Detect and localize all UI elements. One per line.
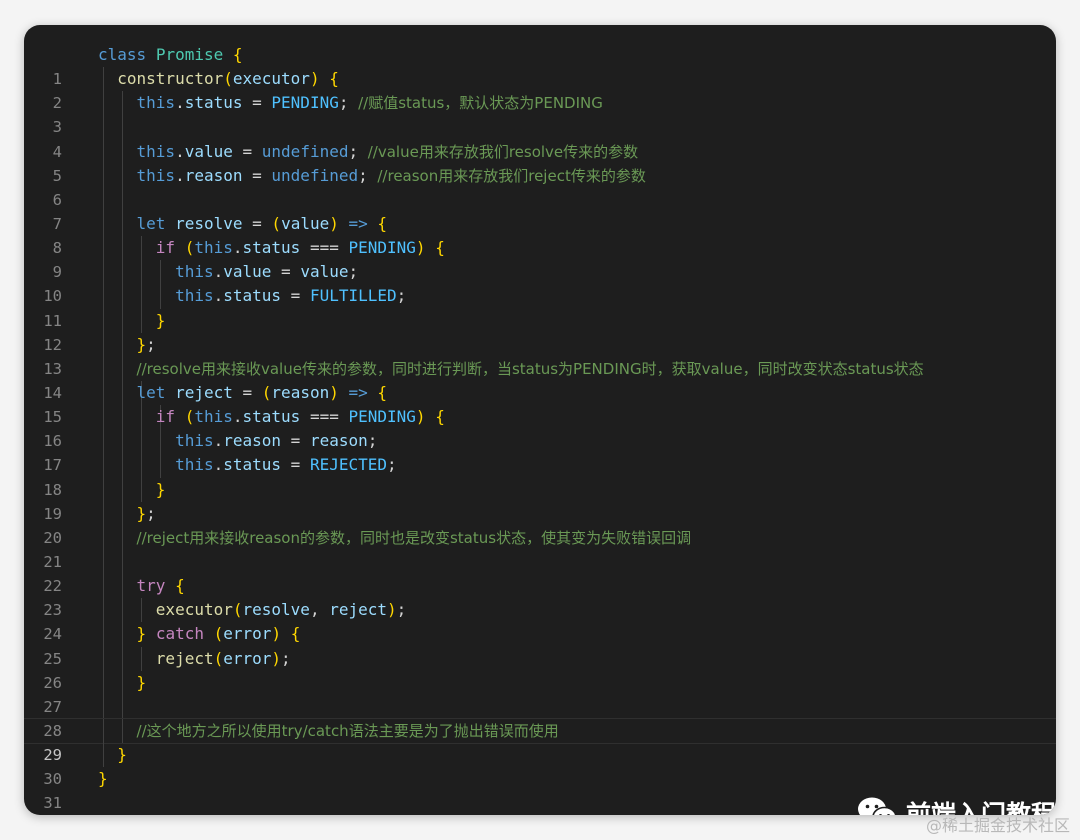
code-line[interactable]: 23 try { bbox=[24, 574, 1056, 619]
source-credit: @稀土掘金技术社区 bbox=[925, 816, 1070, 835]
code-line[interactable]: 30 } bbox=[24, 743, 1056, 788]
wechat-icon bbox=[858, 797, 897, 815]
code-line[interactable]: 3 this.status = PENDING; //赋值status，默认状态… bbox=[24, 91, 1056, 136]
code-line[interactable]: 22 bbox=[24, 549, 1056, 595]
code-line[interactable]: 11 this.status = FULTILLED; bbox=[24, 284, 1056, 330]
code-line[interactable]: 4 bbox=[24, 115, 1056, 161]
code-line-current[interactable]: 29 //这个地方之所以使用try/catch语法主要是为了抛出错误而使用 bbox=[24, 717, 1056, 764]
code-area[interactable]: 1 class Promise { 2 constructor(executor… bbox=[24, 43, 1056, 815]
code-text: class Promise { bbox=[98, 45, 243, 64]
code-text: constructor(executor) { bbox=[117, 69, 339, 89]
code-text: if (this.status === PENDING) { bbox=[155, 407, 445, 427]
indent-guide bbox=[103, 694, 104, 719]
code-line[interactable]: 1 class Promise { bbox=[24, 43, 1056, 88]
indent-guide bbox=[122, 694, 123, 719]
code-editor[interactable]: 1 class Promise { 2 constructor(executor… bbox=[24, 25, 1056, 815]
indent-guide bbox=[103, 115, 104, 140]
indent-guide bbox=[122, 549, 123, 575]
code-text: this.value = undefined; //value用来存放我们res… bbox=[136, 141, 639, 161]
code-line[interactable]: 15 let reject = (reason) => { bbox=[24, 380, 1056, 426]
code-line[interactable]: 20 }; bbox=[24, 501, 1056, 547]
code-line[interactable]: 28 bbox=[24, 694, 1056, 740]
code-line[interactable]: 24 executor(resolve, reject); bbox=[24, 598, 1056, 643]
code-text: this.status = REJECTED; bbox=[175, 455, 397, 475]
code-line[interactable]: 31 } bbox=[24, 767, 1056, 812]
code-text: }; bbox=[136, 503, 156, 523]
code-line[interactable]: 5 this.value = undefined; //value用来存放我们r… bbox=[24, 139, 1056, 185]
code-line[interactable]: 6 this.reason = undefined; //reason用来存放我… bbox=[24, 163, 1056, 209]
code-text: this.status = FULTILLED; bbox=[175, 286, 407, 306]
code-line[interactable]: 25 } catch (error) { bbox=[24, 622, 1056, 668]
indent-guide bbox=[122, 115, 123, 140]
code-text: }; bbox=[136, 334, 156, 354]
code-text: if (this.status === PENDING) { bbox=[155, 238, 445, 258]
code-text: } bbox=[98, 769, 108, 789]
code-line[interactable]: 7 bbox=[24, 187, 1056, 233]
code-line[interactable]: 10 this.value = value; bbox=[24, 260, 1056, 305]
code-line[interactable]: 8 let resolve = (value) => { bbox=[24, 211, 1056, 257]
code-line[interactable]: 2 constructor(executor) { bbox=[24, 67, 1056, 112]
code-line[interactable]: 16 if (this.status === PENDING) { bbox=[24, 405, 1056, 450]
code-text: //resolve用来接收value传来的参数，同时进行判断，当status为P… bbox=[136, 359, 924, 378]
code-line[interactable]: 17 this.reason = reason; bbox=[24, 429, 1056, 474]
code-text: } bbox=[136, 672, 147, 692]
code-text: } catch (error) { bbox=[136, 624, 301, 644]
code-line[interactable]: 19 } bbox=[24, 477, 1056, 523]
code-line[interactable]: 14 //resolve用来接收value传来的参数，同时进行判断，当statu… bbox=[24, 356, 1056, 402]
code-text: this.status = PENDING; //赋值status，默认状态为P… bbox=[136, 93, 603, 113]
code-text: let resolve = (value) => { bbox=[136, 213, 388, 233]
code-text: executor(resolve, reject); bbox=[155, 600, 407, 620]
code-text: let reject = (reason) => { bbox=[136, 382, 388, 402]
code-line[interactable]: 9 if (this.status === PENDING) { bbox=[24, 236, 1056, 281]
code-line[interactable]: 21 //reject用来接收reason的参数，同时也是改变status状态，… bbox=[24, 525, 1056, 571]
code-text: this.reason = reason; bbox=[175, 431, 378, 451]
code-text: try { bbox=[136, 576, 185, 596]
code-text: //这个地方之所以使用try/catch语法主要是为了抛出错误而使用 bbox=[136, 721, 559, 740]
indent-guide bbox=[103, 187, 104, 212]
code-text: //reject用来接收reason的参数，同时也是改变status状态，使其变… bbox=[136, 528, 692, 547]
code-text: } bbox=[155, 479, 166, 499]
code-text: this.reason = undefined; //reason用来存放我们r… bbox=[136, 165, 646, 185]
indent-guide bbox=[103, 549, 104, 575]
code-text: reject(error); bbox=[155, 648, 291, 668]
code-text: this.value = value; bbox=[175, 262, 359, 282]
code-line[interactable]: 18 this.status = REJECTED; bbox=[24, 453, 1056, 499]
code-line[interactable]: 12 } bbox=[24, 308, 1056, 354]
code-text: } bbox=[155, 310, 166, 330]
code-line[interactable]: 27 } bbox=[24, 670, 1056, 716]
code-text: } bbox=[117, 745, 127, 765]
code-line[interactable]: 26 reject(error); bbox=[24, 646, 1056, 692]
code-line[interactable]: 13 }; bbox=[24, 332, 1056, 378]
indent-guide bbox=[122, 187, 123, 212]
